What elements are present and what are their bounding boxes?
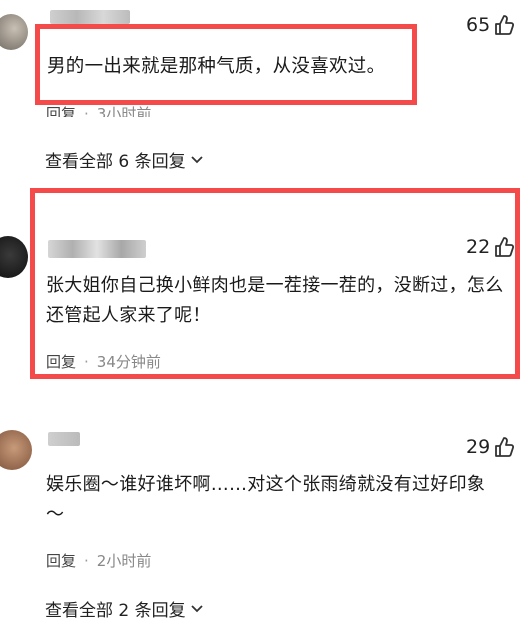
view-replies-label: 查看全部 6 条回复 <box>45 152 186 172</box>
chevron-down-icon <box>190 155 203 163</box>
avatar[interactable] <box>0 236 28 278</box>
avatar[interactable] <box>0 430 32 470</box>
view-replies-label: 查看全部 2 条回复 <box>45 601 186 621</box>
timestamp: 2小时前 <box>96 552 152 570</box>
reply-button[interactable]: 回复 <box>46 105 76 117</box>
avatar[interactable] <box>0 14 28 50</box>
reply-button[interactable]: 回复 <box>46 552 76 570</box>
thumbs-up-icon <box>495 437 515 457</box>
comment-meta: 回复 · 3小时前 <box>46 103 151 117</box>
username-blurred[interactable] <box>50 10 130 24</box>
comment-meta: 回复 · 2小时前 <box>46 552 152 570</box>
like-button[interactable]: 29 <box>466 436 515 458</box>
chevron-down-icon <box>190 604 203 612</box>
like-button[interactable]: 65 <box>466 14 515 36</box>
highlight-box <box>35 24 417 105</box>
view-all-replies-button[interactable]: 查看全部 6 条回复 <box>45 147 204 172</box>
timestamp: 3小时前 <box>96 105 152 117</box>
view-all-replies-button[interactable]: 查看全部 2 条回复 <box>45 596 204 621</box>
thumbs-up-icon <box>495 15 515 35</box>
like-count: 29 <box>466 436 491 458</box>
like-count: 65 <box>466 14 491 36</box>
highlight-box <box>30 188 520 379</box>
comment-text: 娱乐圈～谁好谁坏啊……对这个张雨绮就没有过好印象～ <box>46 474 486 525</box>
username-blurred[interactable] <box>48 432 80 446</box>
